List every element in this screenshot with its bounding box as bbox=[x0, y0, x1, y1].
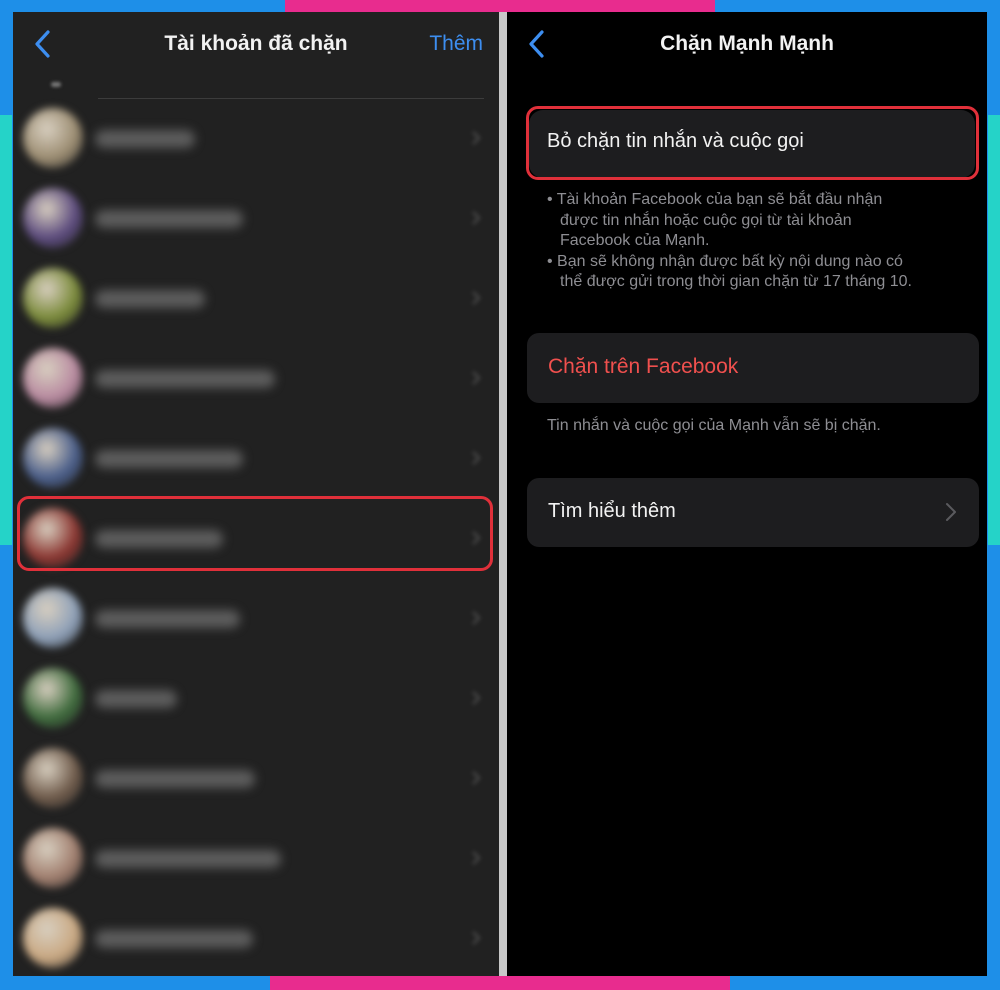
blocked-contact-row[interactable] bbox=[13, 578, 499, 658]
frame-accent-right bbox=[988, 115, 1000, 545]
contact-name-blurred bbox=[95, 286, 375, 312]
contact-name-blurred bbox=[95, 686, 375, 712]
page-title: Chặn Mạnh Mạnh bbox=[660, 32, 834, 55]
note-line: • Bạn sẽ không nhận được bất kỳ nội dung… bbox=[547, 252, 903, 270]
note-line: thể được gửi trong thời gian chặn từ 17 … bbox=[560, 273, 912, 290]
blocked-contact-row[interactable] bbox=[13, 98, 499, 178]
chevron-left-icon bbox=[35, 30, 50, 58]
contact-name-blurred bbox=[95, 526, 375, 552]
chevron-right-icon bbox=[472, 531, 481, 545]
block-on-facebook-button[interactable]: Chặn trên Facebook bbox=[527, 333, 979, 403]
blocked-contact-row[interactable] bbox=[13, 738, 499, 818]
blocked-accounts-screen: Tài khoản đã chặn Thêm bbox=[13, 12, 499, 976]
chevron-right-icon bbox=[472, 691, 481, 705]
avatar bbox=[23, 748, 83, 808]
contact-name-blurred bbox=[95, 126, 375, 152]
chevron-right-icon bbox=[472, 211, 481, 225]
blocked-contact-row[interactable] bbox=[13, 338, 499, 418]
chevron-right-icon bbox=[472, 371, 481, 385]
note-line: • Tài khoản Facebook của bạn sẽ bắt đầu … bbox=[547, 191, 883, 208]
frame-accent-left bbox=[0, 115, 12, 545]
chevron-right-icon bbox=[472, 451, 481, 465]
chevron-right-icon bbox=[472, 771, 481, 785]
blocked-contact-row[interactable] bbox=[13, 498, 499, 578]
block-on-facebook-label: Chặn trên Facebook bbox=[548, 355, 739, 378]
blocked-contact-row[interactable] bbox=[13, 418, 499, 498]
avatar bbox=[23, 188, 83, 248]
avatar bbox=[23, 348, 83, 408]
avatar bbox=[23, 428, 83, 488]
unblock-messages-calls-button[interactable]: Bỏ chặn tin nhắn và cuộc gọi bbox=[529, 110, 975, 178]
page-title: Tài khoản đã chặn bbox=[164, 32, 348, 55]
note-line: được tin nhắn hoặc cuộc gọi từ tài khoản bbox=[560, 211, 852, 229]
block-note: Tin nhắn và cuộc gọi của Mạnh vẫn sẽ bị … bbox=[547, 417, 881, 434]
blocked-contact-row[interactable] bbox=[13, 818, 499, 898]
unblock-note: • Tài khoản Facebook của bạn sẽ bắt đầu … bbox=[547, 190, 967, 293]
chevron-right-icon bbox=[472, 851, 481, 865]
frame-accent-top bbox=[285, 0, 715, 12]
avatar bbox=[23, 508, 83, 568]
avatar bbox=[23, 268, 83, 328]
contact-name-blurred bbox=[95, 846, 375, 872]
screen-divider bbox=[499, 12, 507, 976]
unblock-label: Bỏ chặn tin nhắn và cuộc gọi bbox=[547, 130, 804, 152]
nav-bar: Tài khoản đã chặn Thêm bbox=[13, 12, 499, 80]
contact-name-blurred bbox=[95, 366, 375, 392]
chevron-right-icon bbox=[472, 931, 481, 945]
chevron-right-icon bbox=[472, 611, 481, 625]
blocked-contact-row[interactable] bbox=[13, 898, 499, 976]
add-button[interactable]: Thêm bbox=[429, 32, 483, 56]
block-settings-screen: Chặn Mạnh Mạnh Bỏ chặn tin nhắn và cuộc … bbox=[507, 12, 987, 976]
contact-name-blurred bbox=[95, 446, 375, 472]
chevron-right-icon bbox=[946, 503, 956, 521]
contact-name-blurred bbox=[95, 926, 375, 952]
avatar bbox=[23, 908, 83, 968]
blurred-fragment bbox=[51, 82, 61, 87]
nav-bar: Chặn Mạnh Mạnh bbox=[507, 12, 987, 80]
learn-more-button[interactable]: Tìm hiểu thêm bbox=[527, 478, 979, 547]
chevron-left-icon bbox=[529, 30, 544, 58]
blocked-contact-row[interactable] bbox=[13, 258, 499, 338]
contact-name-blurred bbox=[95, 206, 375, 232]
avatar bbox=[23, 828, 83, 888]
back-button[interactable] bbox=[31, 28, 55, 60]
contact-name-blurred bbox=[95, 606, 375, 632]
chevron-right-icon bbox=[472, 131, 481, 145]
note-line: Facebook của Mạnh. bbox=[560, 232, 710, 249]
avatar bbox=[23, 108, 83, 168]
avatar bbox=[23, 588, 83, 648]
frame-accent-bottom bbox=[270, 976, 730, 990]
blocked-contact-row[interactable] bbox=[13, 658, 499, 738]
contact-name-blurred bbox=[95, 766, 375, 792]
learn-more-label: Tìm hiểu thêm bbox=[548, 500, 676, 522]
avatar bbox=[23, 668, 83, 728]
note-paragraph: • Bạn sẽ không nhận được bất kỳ nội dung… bbox=[547, 252, 967, 293]
back-button[interactable] bbox=[525, 28, 549, 60]
chevron-right-icon bbox=[472, 291, 481, 305]
blocked-contact-row[interactable] bbox=[13, 178, 499, 258]
note-paragraph: • Tài khoản Facebook của bạn sẽ bắt đầu … bbox=[547, 190, 967, 252]
